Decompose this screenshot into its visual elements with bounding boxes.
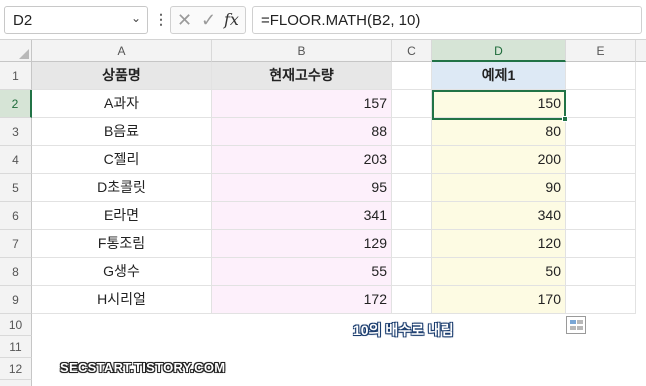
- spreadsheet-grid: A B C D E 1 2 3 4 5 6 7 8 9 10 11 12 13 …: [0, 40, 646, 386]
- table-cell-name[interactable]: F통조림: [32, 230, 212, 258]
- cell-c3[interactable]: [392, 118, 432, 146]
- table-cell-example[interactable]: 150: [432, 90, 566, 118]
- name-box[interactable]: D2 ⌄: [4, 6, 148, 34]
- column-header-b[interactable]: B: [212, 40, 392, 62]
- row-header-9[interactable]: 9: [0, 286, 32, 314]
- table-cell-stock[interactable]: 88: [212, 118, 392, 146]
- table-cell-name[interactable]: A과자: [32, 90, 212, 118]
- row-header-1[interactable]: 1: [0, 62, 32, 90]
- column-header-c[interactable]: C: [392, 40, 432, 62]
- cell-e9[interactable]: [566, 286, 636, 314]
- row-header-8[interactable]: 8: [0, 258, 32, 286]
- row-header-13[interactable]: 13: [0, 380, 32, 386]
- cell-e7[interactable]: [566, 230, 636, 258]
- table-cell-example[interactable]: 90: [432, 174, 566, 202]
- annotation-caption: 10의 배수로 내림: [353, 322, 454, 338]
- formula-buttons: ✕ ✓ fx: [170, 6, 246, 34]
- cell-e5[interactable]: [566, 174, 636, 202]
- table-cell-name[interactable]: E라면: [32, 202, 212, 230]
- name-box-value: D2: [13, 12, 33, 29]
- enter-icon[interactable]: ✓: [201, 10, 216, 31]
- cell-c5[interactable]: [392, 174, 432, 202]
- table-cell-example[interactable]: 50: [432, 258, 566, 286]
- header-cell-a1[interactable]: 상품명: [32, 62, 212, 90]
- row-header-2[interactable]: 2: [0, 90, 32, 118]
- cell-c6[interactable]: [392, 202, 432, 230]
- cell-e1[interactable]: [566, 62, 636, 90]
- table-cell-name[interactable]: D초콜릿: [32, 174, 212, 202]
- column-header-e[interactable]: E: [566, 40, 636, 62]
- column-header-d[interactable]: D: [432, 40, 566, 62]
- chevron-down-icon[interactable]: ⌄: [131, 11, 141, 25]
- cell-c7[interactable]: [392, 230, 432, 258]
- cell-e6[interactable]: [566, 202, 636, 230]
- table-cell-stock[interactable]: 55: [212, 258, 392, 286]
- table-cell-stock[interactable]: 341: [212, 202, 392, 230]
- formula-text: =FLOOR.MATH(B2, 10): [261, 12, 421, 29]
- row-header-10[interactable]: 10: [0, 314, 32, 336]
- table-cell-example[interactable]: 200: [432, 146, 566, 174]
- cell-c8[interactable]: [392, 258, 432, 286]
- table-cell-example[interactable]: 340: [432, 202, 566, 230]
- select-all-corner[interactable]: [0, 40, 32, 62]
- table-cell-stock[interactable]: 95: [212, 174, 392, 202]
- more-options-icon[interactable]: ⋮: [154, 9, 168, 29]
- cancel-icon[interactable]: ✕: [177, 10, 192, 31]
- cell-c4[interactable]: [392, 146, 432, 174]
- table-cell-name[interactable]: C젤리: [32, 146, 212, 174]
- table-cell-example[interactable]: 170: [432, 286, 566, 314]
- table-cell-name[interactable]: B음료: [32, 118, 212, 146]
- column-header-a[interactable]: A: [32, 40, 212, 62]
- table-cell-stock[interactable]: 203: [212, 146, 392, 174]
- cell-c9[interactable]: [392, 286, 432, 314]
- header-cell-d1[interactable]: 예제1: [432, 62, 566, 90]
- header-cell-b1[interactable]: 현재고수량: [212, 62, 392, 90]
- insert-function-icon[interactable]: fx: [224, 10, 239, 29]
- table-cell-stock[interactable]: 129: [212, 230, 392, 258]
- table-cell-stock[interactable]: 172: [212, 286, 392, 314]
- table-cell-stock[interactable]: 157: [212, 90, 392, 118]
- cell-e8[interactable]: [566, 258, 636, 286]
- row-header-6[interactable]: 6: [0, 202, 32, 230]
- cell-e4[interactable]: [566, 146, 636, 174]
- watermark: SECSTART.TISTORY.COM: [60, 360, 226, 375]
- row-header-4[interactable]: 4: [0, 146, 32, 174]
- row-header-3[interactable]: 3: [0, 118, 32, 146]
- table-cell-example[interactable]: 120: [432, 230, 566, 258]
- table-cell-name[interactable]: H시리얼: [32, 286, 212, 314]
- cell-e2[interactable]: [566, 90, 636, 118]
- table-cell-example[interactable]: 80: [432, 118, 566, 146]
- cell-c2[interactable]: [392, 90, 432, 118]
- row-header-11[interactable]: 11: [0, 336, 32, 358]
- row-header-5[interactable]: 5: [0, 174, 32, 202]
- select-all-icon: [19, 49, 29, 59]
- formula-input[interactable]: =FLOOR.MATH(B2, 10): [252, 6, 642, 34]
- cell-e3[interactable]: [566, 118, 636, 146]
- cell-c1[interactable]: [392, 62, 432, 90]
- fill-handle[interactable]: [562, 116, 568, 122]
- table-cell-name[interactable]: G생수: [32, 258, 212, 286]
- quick-analysis-icon[interactable]: [566, 316, 586, 334]
- formula-bar: D2 ⌄ ⋮ ✕ ✓ fx =FLOOR.MATH(B2, 10): [0, 0, 646, 40]
- column-header-f[interactable]: [636, 40, 646, 62]
- row-header-7[interactable]: 7: [0, 230, 32, 258]
- row-header-12[interactable]: 12: [0, 358, 32, 380]
